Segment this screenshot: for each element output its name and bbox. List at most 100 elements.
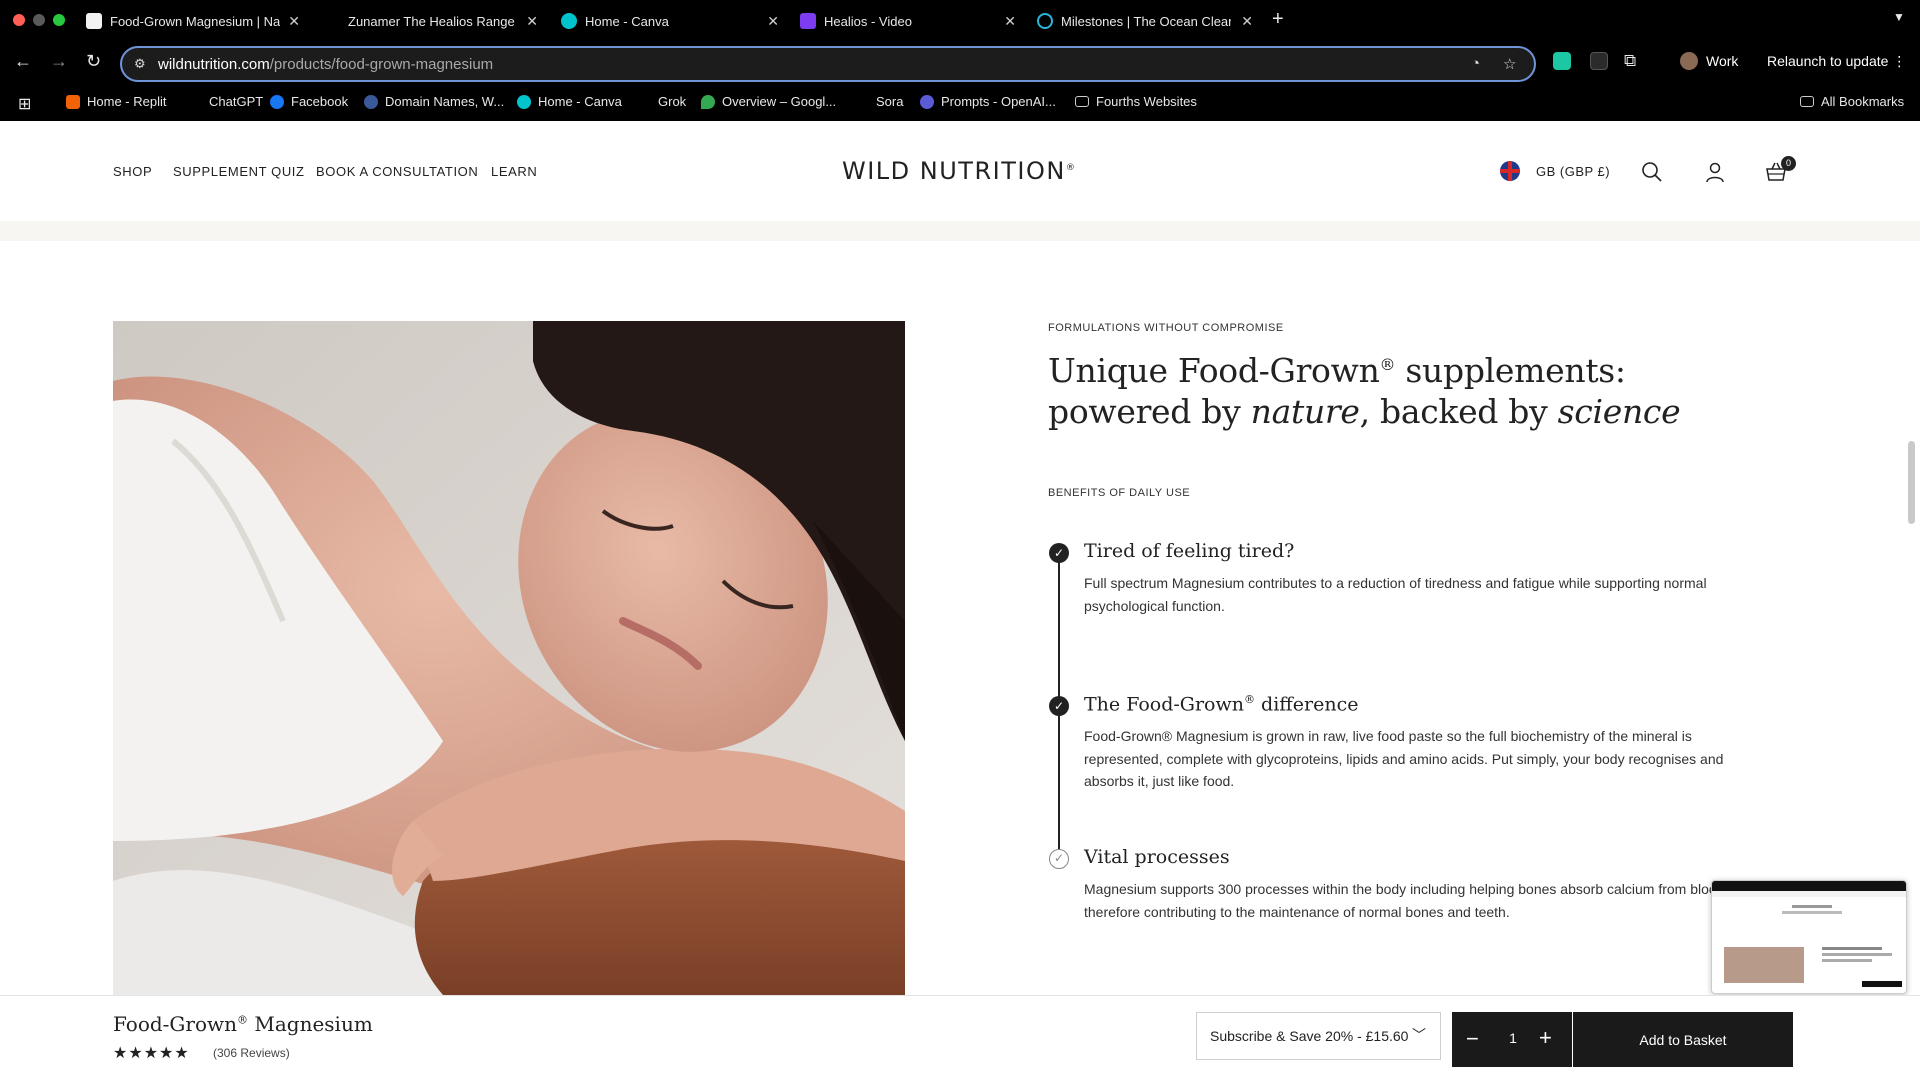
reload-icon[interactable]: ↻ [86,51,101,72]
registered-mark: ® [1244,693,1255,706]
photo-illustration [113,321,905,995]
close-tab-icon[interactable]: ✕ [1241,13,1253,30]
extension-green-icon[interactable] [1553,52,1571,70]
bookmark-label: Fourths Websites [1096,94,1197,109]
quantity-value[interactable]: 1 [1506,1030,1520,1046]
new-tab-icon[interactable]: + [1272,8,1284,31]
all-bookmarks-folder[interactable]: All Bookmarks [1800,94,1904,109]
benefit-title: Tired of feeling tired? [1084,540,1295,562]
bookmark-label: Grok [658,94,687,109]
bookmark-label: Prompts - OpenAI... [941,94,1056,109]
nav-supplement-quiz[interactable]: SUPPLEMENT QUIZ [173,164,305,179]
canva-favicon-icon [561,13,577,29]
bookmark-item[interactable]: Home - Canva [517,94,622,109]
address-bar[interactable]: ⚙ wildnutrition.com/products/food-grown-… [120,46,1536,82]
google-maps-icon [701,94,715,109]
account-icon[interactable] [1704,161,1726,183]
subscription-selected-value: Subscribe & Save 20% - £15.60 [1210,1028,1409,1044]
bookmark-item[interactable]: Overview – Googl... [701,94,836,109]
bookmark-item[interactable]: Prompts - OpenAI... [920,94,1056,109]
tab-healios-video[interactable]: Healios - Video ✕ [800,6,1016,36]
bookmarks-bar: ⊞ Home - Replit ChatGPT Facebook Domain … [0,90,1920,118]
section-eyebrow: FORMULATIONS WITHOUT COMPROMISE [1048,322,1284,334]
nav-book-consultation[interactable]: BOOK A CONSULTATION [316,164,478,179]
bookmark-item[interactable]: Home - Replit [66,94,166,109]
close-tab-icon[interactable]: ✕ [526,13,538,30]
nav-learn[interactable]: LEARN [491,164,537,179]
registered-mark: ® [237,1013,249,1027]
facebook-icon [270,94,284,109]
add-to-basket-button[interactable]: Add to Basket [1573,1012,1793,1067]
reviews-link[interactable]: (306 Reviews) [213,1046,290,1060]
close-tab-icon[interactable]: ✕ [288,13,300,30]
bookmark-item[interactable]: Grok [637,94,686,109]
maximize-window-icon[interactable] [53,14,65,26]
tab-milestones-ocean[interactable]: Milestones | The Ocean Clean ✕ [1037,6,1253,36]
wild-nutrition-favicon-icon [86,13,102,29]
site-logo[interactable]: WILD NUTRITION® [842,157,1076,185]
bookmark-item[interactable]: Domain Names, W... [364,94,504,109]
openai-prompts-icon [920,94,934,109]
bookmark-item[interactable]: Facebook [270,94,348,109]
close-tab-icon[interactable]: ✕ [767,13,779,30]
apps-grid-icon[interactable]: ⊞ [18,94,31,114]
bookmark-label: Home - Replit [87,94,167,109]
close-window-icon[interactable] [13,14,25,26]
benefit-title-text: The Food-Grown [1084,693,1244,716]
benefit-title: Vital processes [1084,846,1230,868]
bookmark-item[interactable]: ChatGPT [188,94,263,109]
chatgpt-icon [188,94,202,109]
minimize-window-icon[interactable] [33,14,45,26]
profile-name: Work [1706,53,1739,69]
url-host: wildnutrition.com [158,56,270,73]
bookmark-label: Domain Names, W... [385,94,505,109]
check-circle-outline-icon: ✓ [1049,849,1069,869]
extensions-puzzle-icon[interactable]: ⧉ [1624,51,1636,71]
headline-text: Unique Food-Grown [1048,351,1380,390]
search-icon[interactable] [1641,161,1663,183]
tab-bar: Food-Grown Magnesium | Nat ✕ Zunamer The… [0,0,1920,41]
tab-zunamer[interactable]: Zunamer The Healios Range ✕ [348,6,538,36]
bookmark-label: Sora [876,94,904,109]
preview-graphic [1712,881,1906,987]
sora-icon [855,94,869,109]
extension-dark-icon[interactable] [1590,52,1608,70]
back-icon[interactable]: ← [14,51,32,72]
check-circle-icon: ✓ [1049,696,1069,716]
page-scrollbar-thumb[interactable] [1908,441,1915,524]
benefits-label: BENEFITS OF DAILY USE [1048,487,1191,499]
chevron-down-icon: ﹀ [1412,1027,1426,1043]
currency-selector[interactable]: GB (GBP £) [1536,164,1610,179]
relaunch-button[interactable]: Relaunch to update ⋮ [1767,53,1906,70]
profile-button[interactable]: Work [1680,52,1738,70]
performance-icon[interactable]: ◔ [1471,55,1480,72]
logo-text: WILD NUTRITION [842,157,1066,185]
close-tab-icon[interactable]: ✕ [1004,13,1016,30]
video-favicon-icon [800,13,816,29]
tab-label: Milestones | The Ocean Clean [1061,13,1231,29]
cart-count-badge: 0 [1781,156,1796,171]
benefit-title-text: difference [1255,693,1359,716]
star-rating-icon: ★★★★★ [113,1045,190,1062]
headline-text: , backed by [1359,392,1558,431]
subscription-select[interactable]: Subscribe & Save 20% - £15.60 ﹀ [1196,1012,1441,1060]
uk-flag-icon[interactable] [1500,161,1520,181]
forward-icon[interactable]: → [50,51,68,72]
nav-shop[interactable]: SHOP [113,164,152,179]
bookmark-item[interactable]: Sora [855,94,903,109]
bookmark-folder[interactable]: Fourths Websites [1075,94,1197,109]
page-preview-thumbnail[interactable] [1711,880,1907,994]
bookmark-star-icon[interactable]: ☆ [1503,55,1516,73]
plus-icon[interactable]: + [1539,1025,1552,1051]
url-text[interactable]: wildnutrition.com/products/food-grown-ma… [158,56,493,73]
bookmark-label: Overview – Googl... [722,94,837,109]
avatar [1680,52,1698,70]
minus-icon[interactable]: − [1466,1026,1479,1052]
section-divider-band [0,221,1920,241]
tab-search-chevron-icon[interactable]: ▼ [1893,10,1905,24]
headline-emphasis: science [1557,392,1681,431]
replit-icon [66,94,80,109]
tab-home-canva[interactable]: Home - Canva ✕ [561,6,779,36]
tab-food-grown-magnesium[interactable]: Food-Grown Magnesium | Nat ✕ [86,6,300,36]
site-info-icon[interactable]: ⚙ [134,56,146,72]
